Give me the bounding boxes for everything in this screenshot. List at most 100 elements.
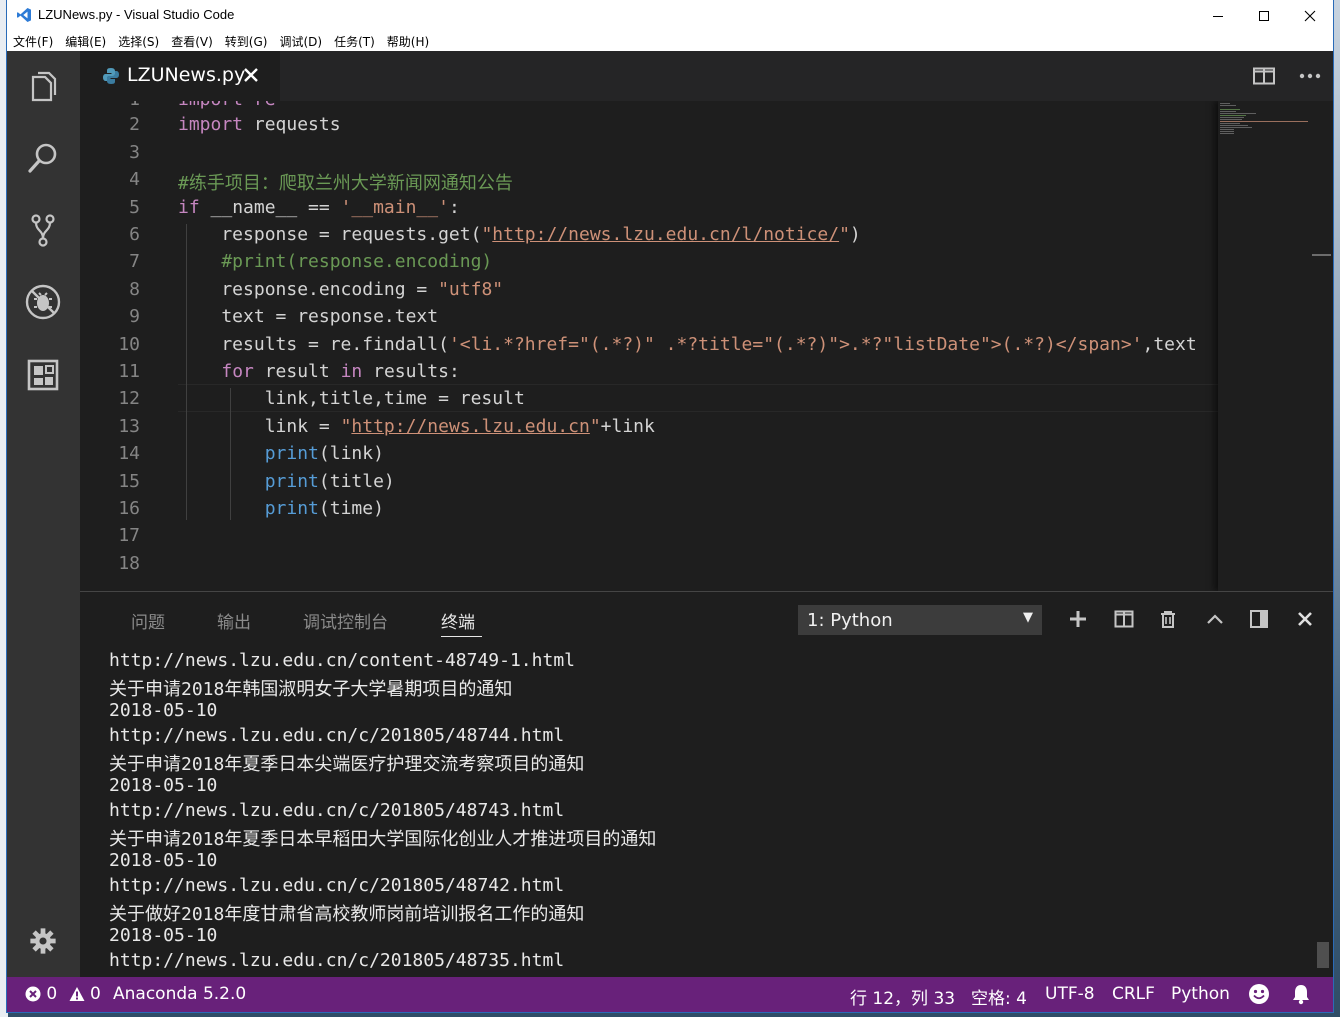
dropdown-arrow-icon: ▼	[1023, 610, 1033, 625]
active-tab-indicator	[441, 636, 482, 637]
language-mode[interactable]: Python	[1171, 984, 1230, 1004]
code-line-13: link = "http://news.lzu.edu.cn"+link	[178, 416, 655, 437]
feedback-button[interactable]	[1248, 983, 1270, 1007]
menu-tasks[interactable]: 任务(T)	[328, 33, 381, 50]
line-number: 1	[80, 101, 140, 110]
file-encoding[interactable]: UTF-8	[1045, 984, 1095, 1004]
editor-tab-bar: LZUNews.py	[80, 51, 1333, 101]
code-line-9: text = response.text	[178, 306, 439, 327]
line-number: 4	[129, 169, 140, 190]
split-terminal-icon	[1114, 610, 1134, 628]
minimize-button[interactable]	[1195, 0, 1241, 31]
tab-lzunews-py[interactable]: LZUNews.py	[80, 51, 280, 101]
menu-go[interactable]: 转到(G)	[219, 33, 274, 50]
warning-icon	[69, 987, 85, 1001]
manage-button[interactable]	[20, 918, 66, 964]
plus-icon	[1070, 611, 1086, 627]
split-editor-icon	[1253, 67, 1275, 85]
terminal-select-value: 1: Python	[807, 610, 893, 631]
split-editor-button[interactable]	[1241, 51, 1287, 101]
line-number: 12	[118, 388, 140, 409]
ellipsis-icon	[1299, 73, 1321, 79]
tab-problems[interactable]: 问题	[131, 608, 165, 633]
maximize-panel-button[interactable]	[1200, 604, 1230, 634]
menu-view[interactable]: 查看(V)	[165, 33, 219, 50]
notifications-button[interactable]	[1291, 983, 1311, 1007]
chevron-up-icon	[1207, 614, 1223, 624]
terminal-scrollbar-thumb[interactable]	[1317, 942, 1329, 968]
extensions-icon	[27, 359, 59, 391]
line-number: 18	[118, 553, 140, 574]
close-icon[interactable]	[242, 66, 260, 84]
terminal-line: 关于申请2018年韩国淑明女子大学暑期项目的通知	[109, 679, 513, 700]
more-actions-button[interactable]	[1287, 51, 1333, 101]
python-file-icon	[103, 68, 119, 84]
indentation[interactable]: 空格: 4	[971, 984, 1027, 1009]
scrollbar-cursor-mark	[1312, 254, 1331, 256]
source-control-button[interactable]	[20, 207, 66, 253]
line-number: 17	[118, 525, 140, 546]
menu-edit[interactable]: 编辑(E)	[59, 33, 112, 50]
code-line-7: #print(response.encoding)	[178, 251, 493, 272]
search-icon	[28, 143, 57, 173]
error-icon	[25, 986, 41, 1002]
maximize-button[interactable]	[1241, 0, 1287, 31]
code-line-12: link,title,time = result	[178, 388, 525, 409]
terminal-line: 关于申请2018年夏季日本早稻田大学国际化创业人才推进项目的通知	[109, 829, 657, 850]
line-number: 14	[118, 443, 140, 464]
line-number: 8	[129, 279, 140, 300]
status-bar: 0 0 Anaconda 5.2.0 行 12，列 33 空格: 4 UTF-8…	[7, 977, 1333, 1012]
panel-layout-icon	[1250, 610, 1268, 628]
tab-debug-console[interactable]: 调试控制台	[303, 608, 388, 633]
window-title: LZUNews.py - Visual Studio Code	[38, 7, 235, 22]
kill-terminal-button[interactable]	[1153, 604, 1183, 634]
debug-button[interactable]	[20, 279, 66, 325]
code-line-10: results = re.findall('<li.*?href="(.*?)"…	[178, 334, 1197, 355]
terminal-line: 2018-05-10	[109, 925, 218, 946]
menu-debug[interactable]: 调试(D)	[273, 33, 328, 50]
menu-help[interactable]: 帮助(H)	[381, 33, 435, 50]
end-of-line[interactable]: CRLF	[1112, 984, 1155, 1004]
problems-status[interactable]: 0 0	[25, 984, 101, 1004]
toggle-panel-position-button[interactable]	[1244, 604, 1274, 634]
terminal-line: 2018-05-10	[109, 700, 218, 721]
line-number: 5	[129, 197, 140, 218]
code-editor[interactable]: 1 2 3 4 5 6 7 8 9 10 11 12 13 14 15 16 1…	[80, 101, 1333, 591]
url-link[interactable]: http://news.lzu.edu.cn	[351, 416, 589, 437]
python-interpreter[interactable]: Anaconda 5.2.0	[113, 984, 246, 1004]
code-line-5: if __name__ == '__main__':	[178, 197, 460, 218]
split-terminal-button[interactable]	[1109, 604, 1139, 634]
code-line-16: print(time)	[264, 498, 384, 519]
line-number: 7	[129, 251, 140, 272]
explorer-icon	[31, 71, 57, 102]
code-line-4: #练手项目：爬取兰州大学新闻网通知公告	[178, 173, 513, 194]
cursor-position[interactable]: 行 12，列 33	[850, 984, 955, 1009]
vscode-app-icon	[17, 8, 31, 22]
new-terminal-button[interactable]	[1063, 604, 1093, 634]
line-number: 6	[129, 224, 140, 245]
code-line-8: response.encoding = "utf8"	[178, 279, 504, 300]
terminal-line: 2018-05-10	[109, 775, 218, 796]
minimap[interactable]	[1218, 101, 1310, 591]
bottom-panel: 问题 输出 调试控制台 终端 1: Python ▼ http://news.l…	[80, 591, 1333, 978]
editor-scrollbar[interactable]	[1310, 101, 1333, 591]
menu-selection[interactable]: 选择(S)	[112, 33, 165, 50]
terminal-select[interactable]: 1: Python ▼	[798, 605, 1042, 635]
search-button[interactable]	[20, 135, 66, 181]
close-window-button[interactable]	[1287, 0, 1333, 31]
code-lines: import re import requests #练手项目：爬取兰州大学新闻…	[178, 101, 1218, 591]
extensions-button[interactable]	[20, 352, 66, 398]
menu-file[interactable]: 文件(F)	[7, 33, 59, 50]
explorer-button[interactable]	[20, 64, 66, 110]
line-number: 15	[118, 471, 140, 492]
url-link[interactable]: http://news.lzu.edu.cn/l/notice/	[492, 224, 839, 245]
code-line-14: print(link)	[264, 443, 384, 464]
close-panel-button[interactable]	[1290, 604, 1320, 634]
code-line-2: import requests	[178, 114, 341, 135]
tab-output[interactable]: 输出	[217, 608, 251, 633]
title-bar[interactable]: LZUNews.py - Visual Studio Code	[7, 0, 1333, 31]
debug-icon	[25, 284, 61, 320]
terminal-line: http://news.lzu.edu.cn/c/201805/48742.ht…	[109, 875, 565, 896]
tab-terminal[interactable]: 终端	[441, 608, 475, 633]
bell-icon	[1293, 985, 1309, 1005]
